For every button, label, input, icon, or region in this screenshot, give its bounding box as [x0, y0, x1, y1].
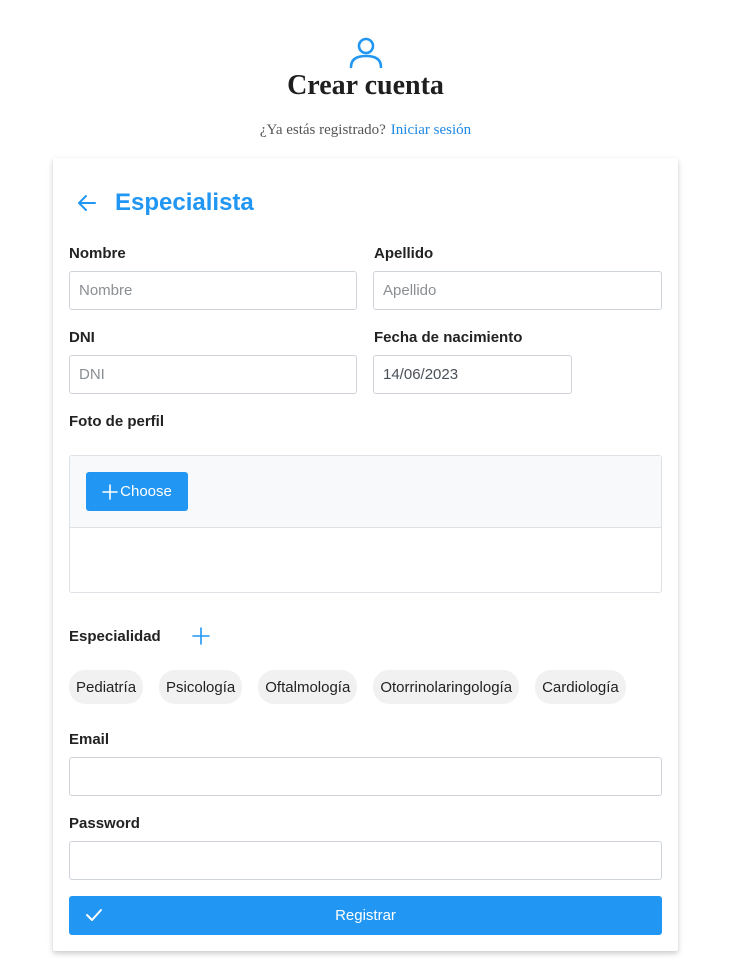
- dni-label: DNI: [69, 329, 95, 346]
- password-label: Password: [69, 815, 140, 832]
- add-especialidad-icon[interactable]: [191, 626, 211, 646]
- page-title: Crear cuenta: [287, 70, 444, 101]
- login-prompt: ¿Ya estás registrado? Iniciar sesión: [0, 121, 731, 139]
- email-input[interactable]: [69, 757, 662, 796]
- login-prompt-text: ¿Ya estás registrado?: [259, 122, 386, 138]
- apellido-label: Apellido: [374, 245, 434, 262]
- especialidad-label: Especialidad: [69, 628, 161, 645]
- chip-pediatria[interactable]: Pediatría: [69, 670, 144, 704]
- user-icon: [349, 37, 383, 68]
- file-upload: Choose: [69, 455, 662, 593]
- chip-psicologia[interactable]: Psicología: [159, 670, 243, 704]
- nombre-label: Nombre: [69, 245, 126, 262]
- fecha-label: Fecha de nacimiento: [374, 329, 523, 346]
- choose-file-button[interactable]: Choose: [86, 472, 188, 511]
- nombre-input[interactable]: [69, 271, 357, 310]
- register-button[interactable]: Registrar: [69, 896, 662, 935]
- apellido-input[interactable]: [373, 271, 662, 310]
- login-link[interactable]: Iniciar sesión: [391, 122, 471, 138]
- email-label: Email: [69, 731, 110, 748]
- form-title: Especialista: [115, 189, 254, 216]
- password-input[interactable]: [69, 841, 662, 880]
- chip-otorrinolaringologia[interactable]: Otorrinolaringología: [373, 670, 520, 704]
- dni-input[interactable]: [69, 355, 357, 394]
- arrow-left-icon[interactable]: [75, 191, 99, 215]
- chip-cardiologia[interactable]: Cardiología: [535, 670, 626, 704]
- foto-label: Foto de perfil: [69, 413, 164, 430]
- plus-icon: [102, 483, 118, 500]
- chip-oftalmologia[interactable]: Oftalmología: [258, 670, 358, 704]
- register-button-label: Registrar: [335, 907, 396, 924]
- file-upload-toolbar: Choose: [70, 456, 661, 528]
- especialidad-chips: Pediatría Psicología Oftalmología Otorri…: [69, 670, 626, 704]
- choose-file-label: Choose: [120, 483, 172, 500]
- fecha-nacimiento-input[interactable]: [373, 355, 572, 394]
